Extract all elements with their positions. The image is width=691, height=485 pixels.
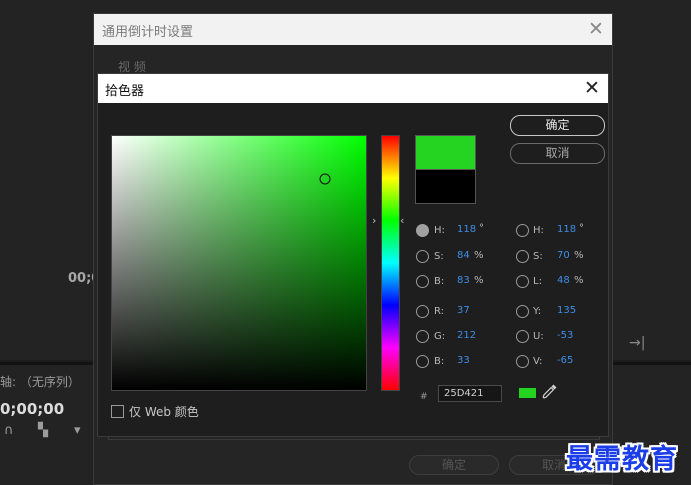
rgb-green-label: G:	[434, 331, 446, 342]
new-color-swatch	[415, 135, 476, 169]
hsl-lightness-label: L:	[533, 276, 542, 287]
original-color-swatch[interactable]	[415, 169, 476, 204]
rgb-blue-value[interactable]: 33	[457, 355, 470, 366]
hsl-lightness-unit: %	[574, 275, 584, 286]
rgb-red-label: R:	[434, 306, 445, 317]
color-picker-dialog: 拾色器 ✕ › ‹ 确定 取消 H: 118 ° S: 84 % B: 83 %…	[97, 73, 609, 437]
yuv-v-radio[interactable]	[516, 355, 529, 368]
color-picker-title: 拾色器	[105, 84, 145, 99]
hsl-hue-value[interactable]: 118	[557, 224, 576, 235]
step-forward-icon[interactable]: →|	[629, 335, 645, 351]
add-marker-icon[interactable]: ▾	[74, 423, 81, 438]
hsb-brightness-label: B:	[434, 276, 445, 287]
yuv-v-label: V:	[533, 356, 543, 367]
web-safe-swatch[interactable]	[519, 388, 536, 398]
hsl-saturation-unit: %	[574, 250, 584, 261]
color-picker-title-bar: 拾色器 ✕	[98, 74, 608, 103]
countdown-close-button[interactable]: ✕	[586, 18, 606, 40]
rgb-green-value[interactable]: 212	[457, 330, 476, 341]
watermark-logo: 最需教育	[566, 444, 678, 475]
rgb-green-radio[interactable]	[416, 330, 429, 343]
web-colors-only-checkbox[interactable]	[111, 405, 124, 418]
ok-button[interactable]: 确定	[510, 115, 605, 136]
rgb-red-radio[interactable]	[416, 305, 429, 318]
linked-selection-icon[interactable]: ▚	[38, 423, 48, 438]
timeline-timecode[interactable]: 0;00;00	[0, 400, 64, 418]
hsb-saturation-label: S:	[434, 251, 444, 262]
hue-slider[interactable]	[381, 135, 400, 391]
hex-hash-label: #	[420, 392, 428, 402]
hsb-hue-label: H:	[434, 225, 445, 236]
countdown-ok-button[interactable]: 确定	[409, 455, 499, 475]
color-picker-close-button[interactable]: ✕	[582, 77, 602, 99]
hsl-saturation-radio[interactable]	[516, 250, 529, 263]
yuv-y-radio[interactable]	[516, 305, 529, 318]
color-cursor[interactable]	[319, 173, 331, 185]
hex-input[interactable]: 25D421	[438, 385, 502, 402]
countdown-dialog-title: 通用倒计时设置	[102, 25, 194, 40]
rgb-red-value[interactable]: 37	[457, 305, 470, 316]
snap-icon[interactable]: ∩	[4, 423, 14, 438]
hsb-hue-value[interactable]: 118	[457, 224, 476, 235]
hsl-hue-unit: °	[579, 223, 584, 234]
hsb-brightness-value[interactable]: 83	[457, 275, 470, 286]
yuv-u-label: U:	[533, 331, 544, 342]
saturation-brightness-field[interactable]	[111, 135, 367, 391]
hue-slider-marker-right[interactable]: ‹	[400, 214, 404, 227]
countdown-title-bar: 通用倒计时设置 ✕	[94, 14, 612, 45]
yuv-y-value[interactable]: 135	[557, 305, 576, 316]
yuv-u-value[interactable]: -53	[557, 330, 573, 341]
hsl-lightness-radio[interactable]	[516, 275, 529, 288]
hsl-saturation-value[interactable]: 70	[557, 250, 570, 261]
hsb-saturation-value[interactable]: 84	[457, 250, 470, 261]
yuv-v-value[interactable]: -65	[557, 355, 573, 366]
timeline-sequence-label: 轴: （无序列）	[0, 375, 80, 389]
hsl-saturation-label: S:	[533, 251, 543, 262]
hsb-brightness-radio[interactable]	[416, 275, 429, 288]
hsb-hue-radio[interactable]	[416, 224, 429, 237]
hue-slider-marker-left[interactable]: ›	[372, 214, 376, 227]
hsl-hue-radio[interactable]	[516, 224, 529, 237]
cancel-button[interactable]: 取消	[510, 143, 605, 164]
hsl-lightness-value[interactable]: 48	[557, 275, 570, 286]
hsb-brightness-unit: %	[474, 275, 484, 286]
hsl-hue-label: H:	[533, 225, 544, 236]
yuv-y-label: Y:	[533, 306, 542, 317]
web-colors-only-label: 仅 Web 颜色	[129, 405, 199, 419]
yuv-u-radio[interactable]	[516, 330, 529, 343]
hsb-hue-unit: °	[479, 223, 484, 234]
screen: 00;0 →| 轴: （无序列） 0;00;00 ∩ ▚ ▾ 通用倒计时设置 ✕…	[0, 0, 691, 485]
eyedropper-icon[interactable]	[541, 382, 559, 400]
rgb-blue-label: B:	[434, 356, 445, 367]
hsb-saturation-radio[interactable]	[416, 250, 429, 263]
hsb-saturation-unit: %	[474, 250, 484, 261]
rgb-blue-radio[interactable]	[416, 355, 429, 368]
